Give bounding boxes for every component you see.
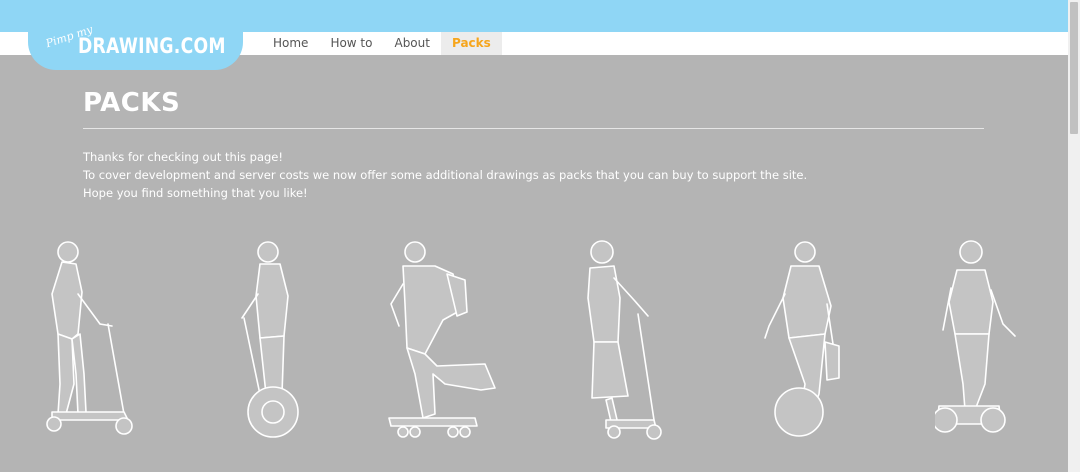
intro-line-2: To cover development and server costs we… xyxy=(83,168,808,182)
page-title: PACKS xyxy=(83,88,181,118)
title-divider xyxy=(83,128,984,129)
person-on-monowheel-drawing[interactable] xyxy=(755,234,845,444)
intro-line-1: Thanks for checking out this page! xyxy=(83,150,283,164)
logo-wordmark: DRAWING.COM xyxy=(78,34,226,58)
main-nav: Home How to About Packs xyxy=(262,32,502,55)
scrollbar-thumb[interactable] xyxy=(1070,2,1078,134)
person-on-segway-drawing[interactable] xyxy=(240,234,310,444)
vertical-scrollbar[interactable] xyxy=(1068,0,1080,472)
site-logo[interactable]: Pimp my DRAWING.COM xyxy=(28,14,243,70)
person-on-kick-scooter-drawing[interactable] xyxy=(578,234,668,444)
person-on-kick-scooter-drawing[interactable] xyxy=(38,234,138,444)
nav-how-to[interactable]: How to xyxy=(319,32,383,55)
person-on-segway-drawing[interactable] xyxy=(935,234,1025,444)
nav-home[interactable]: Home xyxy=(262,32,319,55)
nav-about[interactable]: About xyxy=(383,32,440,55)
nav-packs[interactable]: Packs xyxy=(440,32,502,55)
intro-text: Thanks for checking out this page! To co… xyxy=(83,148,983,202)
person-on-skateboard-drawing[interactable] xyxy=(385,234,505,444)
intro-line-3: Hope you find something that you like! xyxy=(83,186,308,200)
